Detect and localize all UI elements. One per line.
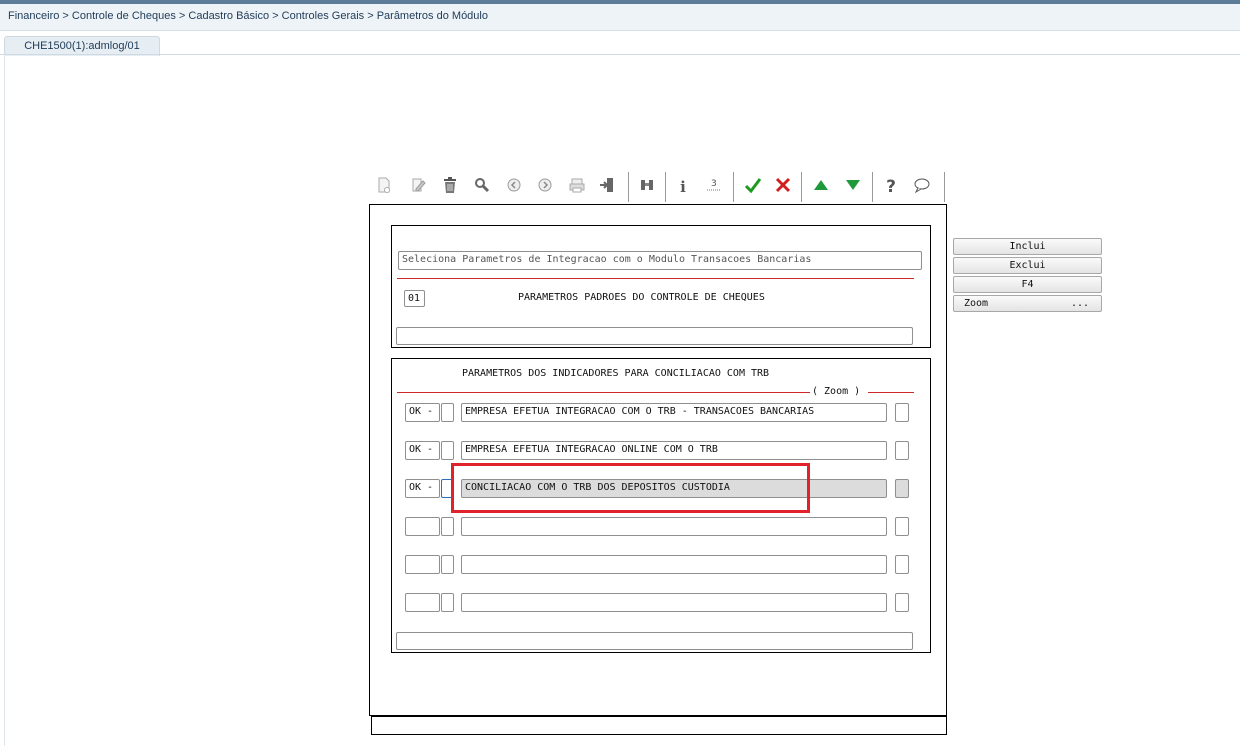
indicator-description[interactable] (461, 517, 887, 536)
edit-icon[interactable] (407, 176, 429, 198)
prev-icon[interactable] (503, 176, 525, 198)
indicators-heading: PARAMETROS DOS INDICADORES PARA CONCILIA… (462, 368, 770, 379)
svg-text:3: 3 (711, 179, 717, 189)
status-bar (371, 716, 947, 735)
new-doc-icon[interactable] (373, 176, 395, 198)
row-action-button[interactable] (895, 441, 909, 460)
status-field[interactable]: OK - (405, 441, 440, 460)
trash-icon[interactable] (439, 176, 461, 198)
indicator-checkbox[interactable] (441, 517, 454, 536)
toolbar-separator (944, 172, 945, 202)
status-field[interactable]: OK - (405, 403, 440, 422)
indicator-description[interactable] (461, 555, 887, 574)
indicator-checkbox[interactable] (441, 593, 454, 612)
divider-line (397, 392, 810, 393)
help-icon[interactable]: ? (880, 176, 902, 198)
indicator-checkbox[interactable] (441, 555, 454, 574)
status-field[interactable] (405, 593, 440, 612)
binoculars-icon[interactable] (636, 176, 658, 198)
zoom-button-dots: ... (1070, 298, 1089, 309)
comment-icon[interactable] (911, 176, 933, 198)
cancel-icon[interactable] (772, 176, 794, 198)
indicators-bottom-field[interactable] (396, 632, 913, 650)
content-border (4, 54, 5, 746)
indicator-description[interactable]: EMPRESA EFETUA INTEGRACAO ONLINE COM O T… (461, 441, 887, 460)
indicator-description[interactable] (461, 593, 887, 612)
indicator-description[interactable]: EMPRESA EFETUA INTEGRACAO COM O TRB - TR… (461, 403, 887, 422)
indicator-checkbox[interactable] (441, 441, 454, 460)
inclui-button[interactable]: Inclui (953, 238, 1102, 255)
toolbar-separator (801, 172, 802, 202)
print-icon[interactable] (566, 176, 588, 198)
row-action-button[interactable] (895, 593, 909, 612)
row-action-button[interactable] (895, 403, 909, 422)
highlight-box (451, 463, 810, 513)
indicator-checkbox[interactable] (441, 403, 454, 422)
zoom-button[interactable]: Zoom ... (953, 295, 1102, 312)
zoom-button-label: Zoom (964, 298, 989, 309)
title-field[interactable]: Seleciona Parametros de Integracao com o… (398, 251, 922, 270)
row-action-button[interactable] (895, 479, 909, 498)
status-field[interactable]: OK - (405, 479, 440, 498)
divider-line (868, 392, 914, 393)
row-action-button[interactable] (895, 555, 909, 574)
info-icon[interactable]: i (672, 176, 694, 198)
tab-divider (0, 54, 1240, 55)
toolbar-separator (733, 172, 734, 202)
toolbar: i 3 ? (369, 170, 945, 204)
zoom-label[interactable]: ( Zoom ) (812, 386, 860, 397)
header-bottom-field[interactable] (396, 327, 913, 345)
toolbar-separator (628, 172, 629, 202)
search-icon[interactable] (471, 176, 493, 198)
divider-line (397, 278, 914, 279)
next-icon[interactable] (534, 176, 556, 198)
confirm-icon[interactable] (742, 176, 764, 198)
exclui-button[interactable]: Exclui (953, 257, 1102, 274)
status-field[interactable] (405, 555, 440, 574)
numbered-list-icon[interactable]: 3 (703, 176, 725, 198)
breadcrumb[interactable]: Financeiro > Controle de Cheques > Cadas… (8, 10, 488, 22)
toolbar-separator (665, 172, 666, 202)
toolbar-separator (872, 172, 873, 202)
code-field[interactable]: 01 (404, 290, 425, 307)
breadcrumb-bar: Financeiro > Controle de Cheques > Cadas… (0, 4, 1240, 31)
row-action-button[interactable] (895, 517, 909, 536)
tab-program[interactable]: CHE1500(1):admlog/01 (4, 36, 160, 56)
header-heading: PARAMETROS PADROES DO CONTROLE DE CHEQUE… (518, 292, 765, 303)
f4-button[interactable]: F4 (953, 276, 1102, 293)
status-field[interactable] (405, 517, 440, 536)
down-icon[interactable] (842, 176, 864, 198)
exit-icon[interactable] (596, 176, 618, 198)
up-icon[interactable] (810, 176, 832, 198)
